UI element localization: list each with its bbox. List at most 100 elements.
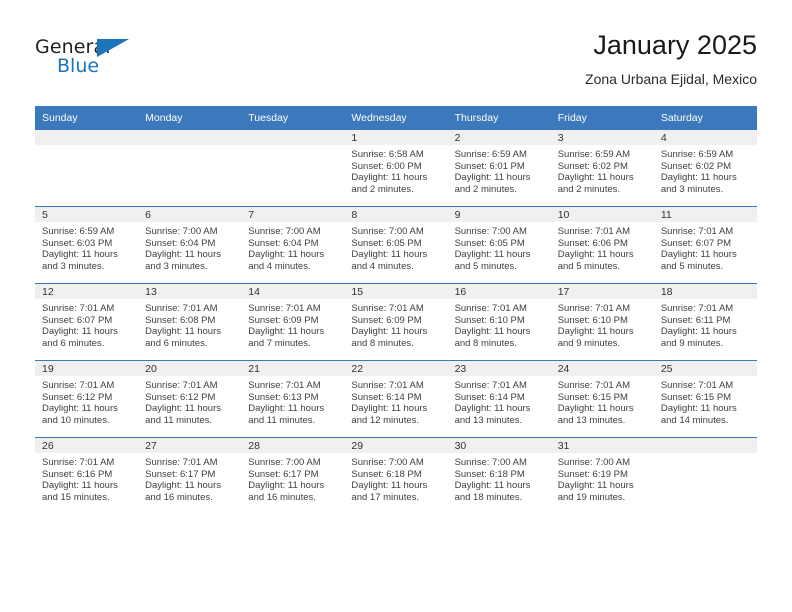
calendar-day-cell[interactable]: 31 Sunrise: 7:00 AM Sunset: 6:19 PM Dayligh… — [550, 437, 654, 514]
calendar-day-cell[interactable]: 28 Sunrise: 7:00 AM Sunset: 6:17 PM Dayligh… — [241, 437, 345, 514]
day-number: 22 — [344, 361, 448, 376]
general-blue-logo[interactable]: General Blue — [35, 36, 155, 84]
calendar-day-cell[interactable]: 23 Sunrise: 7:01 AM Sunset: 6:14 PM Dayligh… — [447, 360, 551, 438]
daylight-text: Daylight: 11 hours and 3 minutes. — [145, 249, 222, 272]
daylight-text: Daylight: 11 hours and 14 minutes. — [660, 403, 737, 426]
day-number: 17 — [550, 284, 654, 299]
sunset-text: Sunset: 6:17 PM — [145, 468, 216, 480]
day-details: Sunrise: 7:01 AM Sunset: 6:12 PM Daylight:… — [138, 376, 241, 426]
calendar-week-row: 5 Sunrise: 6:59 AM Sunset: 6:03 PM Daylight… — [35, 206, 757, 284]
calendar-day-cell[interactable]: 7 Sunrise: 7:00 AM Sunset: 6:04 PM Daylight… — [241, 206, 345, 284]
calendar-week-row: 12 Sunrise: 7:01 AM Sunset: 6:07 PM Dayligh… — [35, 283, 757, 361]
calendar-day-cell[interactable]: 14 Sunrise: 7:01 AM Sunset: 6:09 PM Dayligh… — [241, 283, 345, 361]
calendar-day-cell[interactable]: 2 Sunrise: 6:59 AM Sunset: 6:01 PM Daylight… — [447, 130, 551, 207]
sunrise-text: Sunrise: 6:59 AM — [557, 149, 631, 160]
calendar-day-cell[interactable]: 27 Sunrise: 7:01 AM Sunset: 6:17 PM Dayligh… — [138, 437, 242, 514]
day-number: 10 — [550, 207, 654, 222]
calendar-page: General Blue January 2025 Zona Urbana Ej… — [0, 0, 792, 612]
calendar-day-cell[interactable]: 4 Sunrise: 6:59 AM Sunset: 6:02 PM Daylight… — [653, 130, 757, 207]
daylight-text: Daylight: 11 hours and 15 minutes. — [42, 480, 118, 503]
day-details: Sunrise: 6:58 AM Sunset: 6:00 PM Daylight:… — [344, 145, 447, 195]
day-details: Sunrise: 7:00 AM Sunset: 6:19 PM Daylight:… — [551, 453, 654, 503]
sunrise-text: Sunrise: 7:01 AM — [145, 303, 218, 314]
weekday-header-sunday: Sunday — [35, 106, 139, 130]
calendar-day-cell[interactable]: 21 Sunrise: 7:01 AM Sunset: 6:13 PM Dayligh… — [241, 360, 345, 438]
calendar-day-cell[interactable]: 12 Sunrise: 7:01 AM Sunset: 6:07 PM Dayligh… — [35, 283, 139, 361]
sunset-text: Sunset: 6:18 PM — [351, 468, 422, 480]
daylight-text: Daylight: 11 hours and 7 minutes. — [248, 326, 325, 349]
calendar-day-cell[interactable]: 10 Sunrise: 7:01 AM Sunset: 6:06 PM Dayligh… — [550, 206, 654, 284]
calendar-day-cell[interactable]: 26 Sunrise: 7:01 AM Sunset: 6:16 PM Dayligh… — [35, 437, 139, 514]
page-header: General Blue January 2025 Zona Urbana Ej… — [35, 28, 757, 96]
day-number: 30 — [447, 438, 551, 453]
calendar-day-cell[interactable]: 9 Sunrise: 7:00 AM Sunset: 6:05 PM Daylight… — [447, 206, 551, 284]
sunrise-text: Sunrise: 7:01 AM — [557, 226, 631, 237]
daylight-text: Daylight: 11 hours and 3 minutes. — [42, 249, 118, 272]
daylight-text: Daylight: 11 hours and 5 minutes. — [660, 249, 737, 272]
daylight-text: Daylight: 11 hours and 16 minutes. — [248, 480, 325, 503]
weekday-header-thursday: Thursday — [447, 106, 551, 130]
calendar-day-cell[interactable]: 6 Sunrise: 7:00 AM Sunset: 6:04 PM Daylight… — [138, 206, 242, 284]
calendar-day-cell[interactable]: 17 Sunrise: 7:01 AM Sunset: 6:10 PM Dayligh… — [550, 283, 654, 361]
calendar-day-cell[interactable]: 20 Sunrise: 7:01 AM Sunset: 6:12 PM Dayligh… — [138, 360, 242, 438]
day-details: Sunrise: 7:01 AM Sunset: 6:10 PM Daylight:… — [551, 299, 654, 349]
day-details: Sunrise: 6:59 AM Sunset: 6:02 PM Daylight:… — [551, 145, 654, 195]
sunset-text: Sunset: 6:10 PM — [557, 314, 628, 326]
sunset-text: Sunset: 6:00 PM — [351, 160, 422, 172]
calendar-day-cell[interactable]: 25 Sunrise: 7:01 AM Sunset: 6:15 PM Dayligh… — [653, 360, 757, 438]
day-details: Sunrise: 7:01 AM Sunset: 6:09 PM Daylight:… — [344, 299, 447, 349]
day-details: Sunrise: 7:00 AM Sunset: 6:18 PM Daylight:… — [344, 453, 447, 503]
day-details: Sunrise: 6:59 AM Sunset: 6:03 PM Daylight:… — [35, 222, 138, 272]
calendar-day-cell[interactable]: 18 Sunrise: 7:01 AM Sunset: 6:11 PM Dayligh… — [653, 283, 757, 361]
calendar-day-cell[interactable]: 22 Sunrise: 7:01 AM Sunset: 6:14 PM Dayligh… — [344, 360, 448, 438]
sunrise-text: Sunrise: 7:01 AM — [557, 303, 631, 314]
day-number: 23 — [447, 361, 551, 376]
calendar-day-cell[interactable]: 5 Sunrise: 6:59 AM Sunset: 6:03 PM Daylight… — [35, 206, 139, 284]
location-subtitle: Zona Urbana Ejidal, Mexico — [585, 71, 757, 87]
calendar-day-cell[interactable]: 8 Sunrise: 7:00 AM Sunset: 6:05 PM Daylight… — [344, 206, 448, 284]
sunset-text: Sunset: 6:14 PM — [351, 391, 422, 403]
day-details: Sunrise: 7:01 AM Sunset: 6:07 PM Daylight:… — [35, 299, 138, 349]
daylight-text: Daylight: 11 hours and 5 minutes. — [454, 249, 531, 272]
calendar-day-cell[interactable]: 24 Sunrise: 7:01 AM Sunset: 6:15 PM Dayligh… — [550, 360, 654, 438]
sunset-text: Sunset: 6:04 PM — [145, 237, 216, 249]
sunset-text: Sunset: 6:13 PM — [248, 391, 319, 403]
sunset-text: Sunset: 6:09 PM — [248, 314, 319, 326]
sunset-text: Sunset: 6:04 PM — [248, 237, 319, 249]
calendar-day-cell[interactable]: 11 Sunrise: 7:01 AM Sunset: 6:07 PM Dayligh… — [653, 206, 757, 284]
daylight-text: Daylight: 11 hours and 3 minutes. — [660, 172, 737, 195]
day-number: 5 — [35, 207, 139, 222]
sunset-text: Sunset: 6:02 PM — [660, 160, 732, 172]
day-details: Sunrise: 7:00 AM Sunset: 6:04 PM Daylight:… — [241, 222, 344, 272]
day-number — [138, 130, 242, 145]
calendar-table: Sunday Monday Tuesday Wednesday Thursday… — [35, 106, 757, 514]
calendar-day-cell[interactable]: 30 Sunrise: 7:00 AM Sunset: 6:18 PM Dayligh… — [447, 437, 551, 514]
calendar-day-cell[interactable]: 16 Sunrise: 7:01 AM Sunset: 6:10 PM Dayligh… — [447, 283, 551, 361]
calendar-day-cell[interactable]: 19 Sunrise: 7:01 AM Sunset: 6:12 PM Dayligh… — [35, 360, 139, 438]
sunset-text: Sunset: 6:11 PM — [660, 314, 731, 326]
sunrise-text: Sunrise: 7:01 AM — [660, 380, 734, 391]
day-details: Sunrise: 6:59 AM Sunset: 6:01 PM Daylight:… — [448, 145, 551, 195]
title-block: January 2025 Zona Urbana Ejidal, Mexico — [585, 28, 757, 88]
sunrise-text: Sunrise: 7:01 AM — [454, 380, 527, 391]
day-number: 8 — [344, 207, 448, 222]
calendar-day-cell[interactable]: 1 Sunrise: 6:58 AM Sunset: 6:00 PM Daylight… — [344, 130, 448, 207]
daylight-text: Daylight: 11 hours and 12 minutes. — [351, 403, 428, 426]
calendar-week-row: 1 Sunrise: 6:58 AM Sunset: 6:00 PM Daylight… — [35, 130, 757, 207]
sunset-text: Sunset: 6:15 PM — [557, 391, 628, 403]
day-details: Sunrise: 7:00 AM Sunset: 6:17 PM Daylight:… — [241, 453, 344, 503]
day-number: 15 — [344, 284, 448, 299]
day-number: 2 — [447, 130, 551, 145]
day-number: 4 — [653, 130, 757, 145]
weekday-header-friday: Friday — [550, 106, 654, 130]
sunrise-text: Sunrise: 7:01 AM — [660, 303, 734, 314]
sunset-text: Sunset: 6:07 PM — [42, 314, 113, 326]
calendar-day-cell[interactable]: 29 Sunrise: 7:00 AM Sunset: 6:18 PM Dayligh… — [344, 437, 448, 514]
sunrise-text: Sunrise: 7:01 AM — [145, 457, 218, 468]
calendar-day-cell[interactable]: 13 Sunrise: 7:01 AM Sunset: 6:08 PM Dayligh… — [138, 283, 242, 361]
sunrise-text: Sunrise: 6:59 AM — [660, 149, 734, 160]
calendar-day-cell[interactable]: 15 Sunrise: 7:01 AM Sunset: 6:09 PM Dayligh… — [344, 283, 448, 361]
calendar-day-cell[interactable]: 3 Sunrise: 6:59 AM Sunset: 6:02 PM Daylight… — [550, 130, 654, 207]
day-details: Sunrise: 7:00 AM Sunset: 6:18 PM Daylight:… — [448, 453, 551, 503]
day-number: 26 — [35, 438, 139, 453]
